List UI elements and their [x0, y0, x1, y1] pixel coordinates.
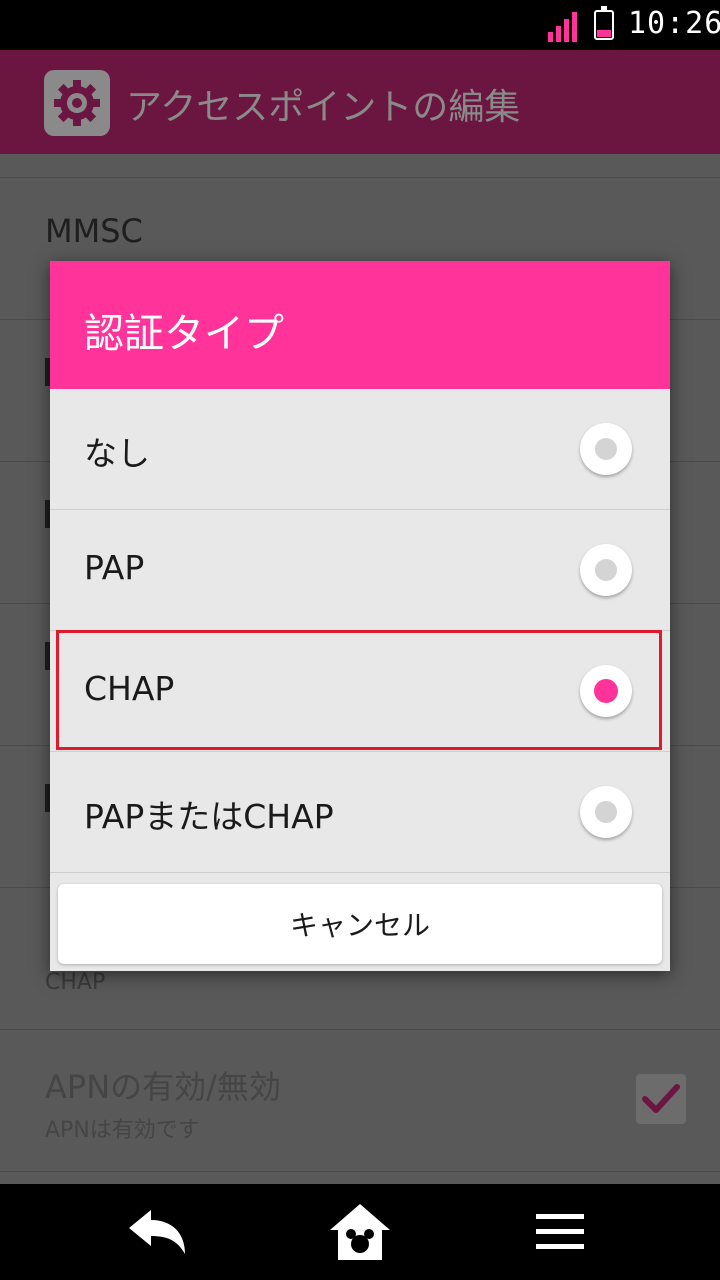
option-label: CHAP [84, 669, 175, 708]
menu-icon [536, 1214, 584, 1249]
auth-type-dialog: 認証タイプ なし PAP CHAP PAPまたはCHAP キャンセル [50, 261, 670, 971]
status-clock: 10:26 [628, 6, 720, 41]
cancel-button[interactable]: キャンセル [58, 884, 662, 964]
setting-mmsc-title[interactable]: MMSC [45, 212, 143, 250]
option-pap[interactable]: PAP [50, 510, 670, 631]
status-bar: 10:26 [0, 0, 720, 50]
back-button[interactable] [122, 1200, 192, 1264]
dialog-title: 認証タイプ [84, 311, 284, 357]
option-none[interactable]: なし [50, 389, 670, 510]
setting-auth-value: CHAP [45, 970, 106, 995]
divider [0, 177, 720, 178]
option-label: PAPまたはCHAP [84, 797, 334, 836]
radio-button[interactable] [580, 786, 632, 838]
option-chap[interactable]: CHAP [50, 631, 670, 752]
home-button[interactable] [325, 1200, 395, 1264]
apn-toggle-subtitle: APNは有効です [45, 1118, 200, 1143]
apn-toggle-title[interactable]: APNの有効/無効 [45, 1062, 281, 1108]
dialog-header: 認証タイプ [50, 261, 670, 389]
apn-enabled-checkbox[interactable] [636, 1074, 686, 1124]
menu-button[interactable] [525, 1200, 595, 1264]
home-icon [330, 1204, 390, 1260]
option-pap-or-chap[interactable]: PAPまたはCHAP [50, 752, 670, 873]
divider [0, 1171, 720, 1172]
radio-button-selected[interactable] [580, 665, 632, 717]
divider [0, 1029, 720, 1030]
option-label: PAP [84, 548, 145, 587]
radio-button[interactable] [580, 544, 632, 596]
page-title: アクセスポイントの編集 [126, 87, 521, 128]
option-label: なし [84, 434, 150, 473]
radio-button[interactable] [580, 423, 632, 475]
check-icon [642, 1084, 680, 1113]
battery-icon [594, 6, 614, 40]
gear-icon [44, 70, 110, 136]
back-icon [129, 1210, 185, 1254]
signal-icon [548, 10, 578, 42]
